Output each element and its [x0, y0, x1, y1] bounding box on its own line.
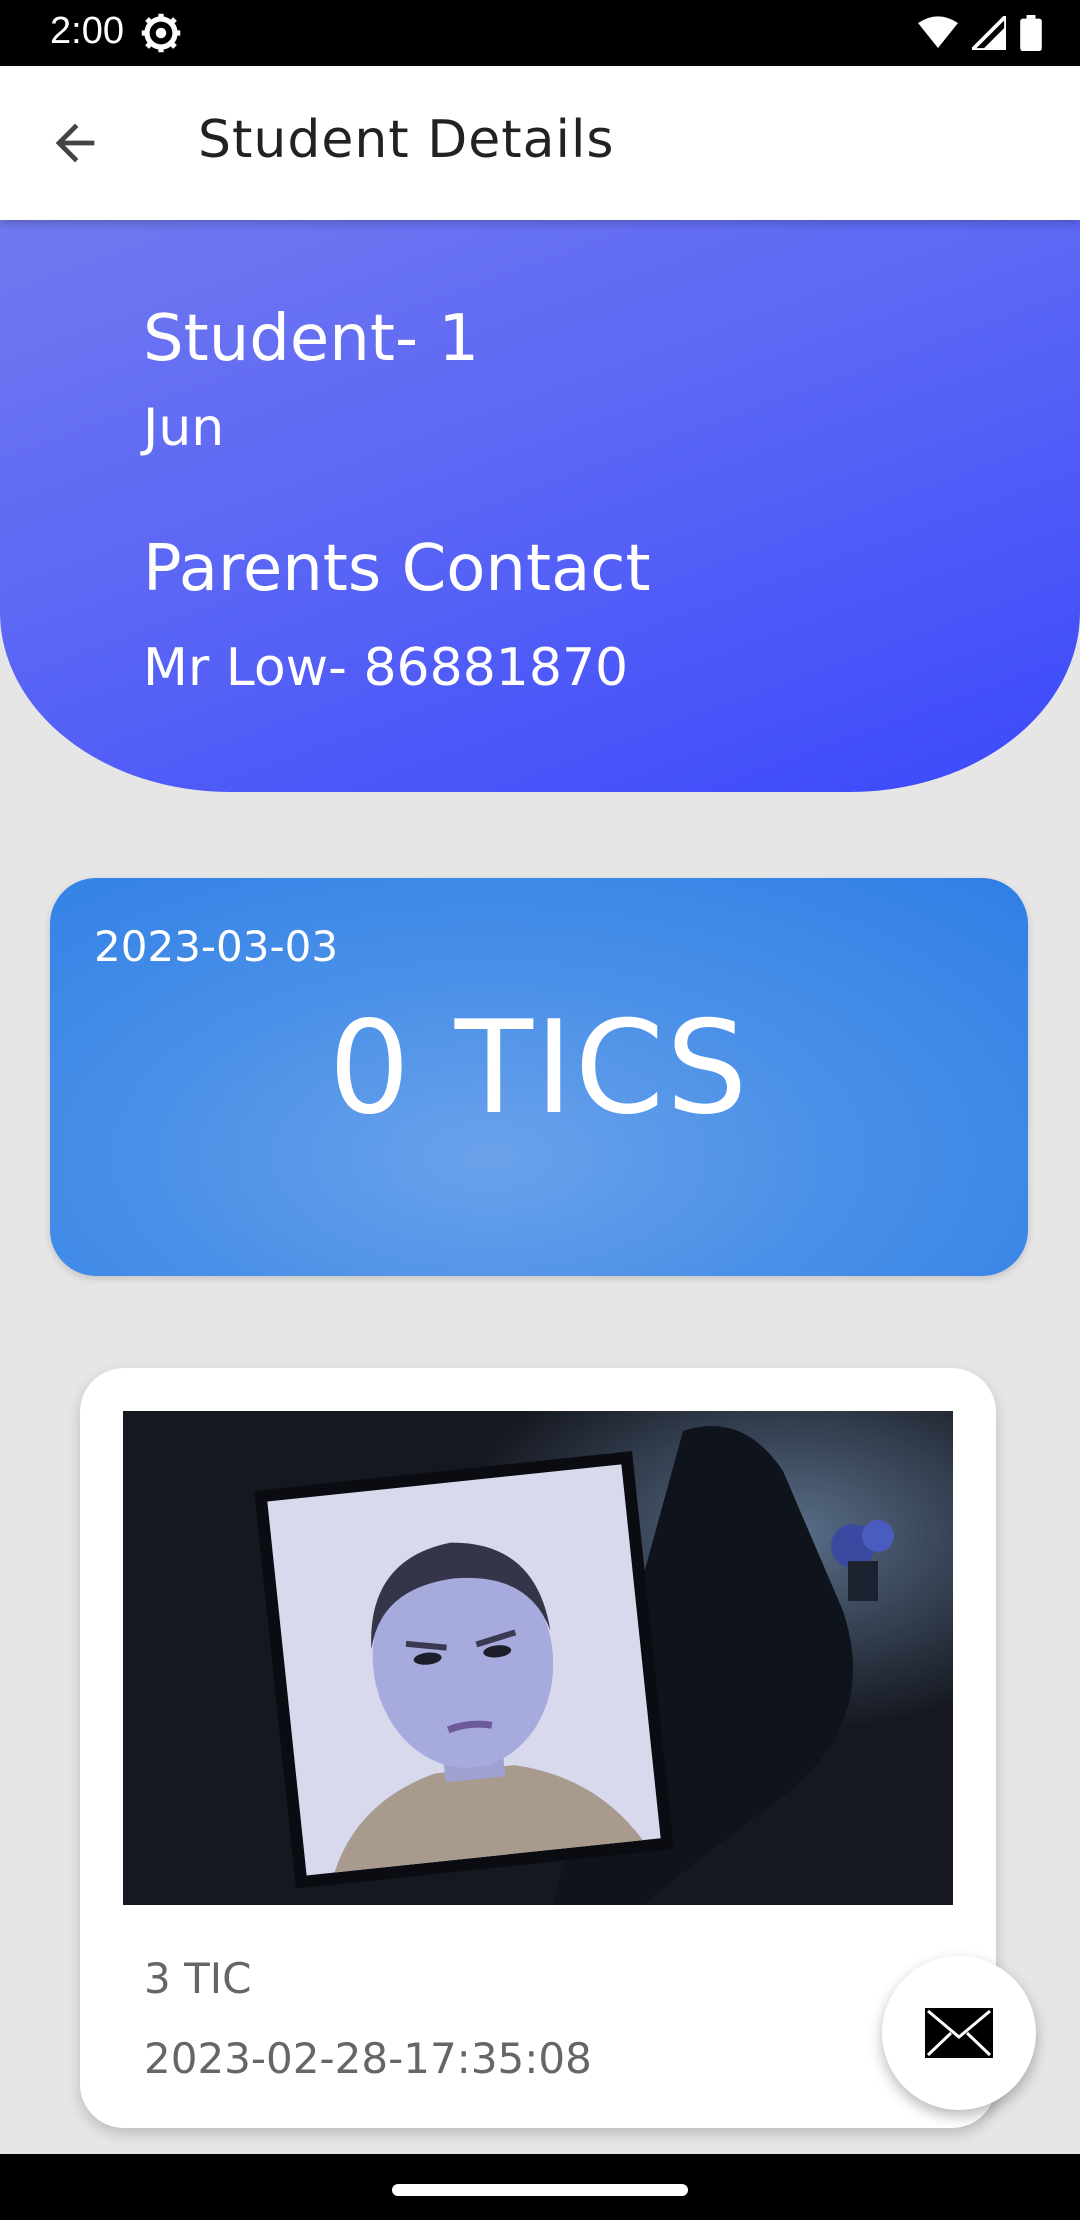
arrow-back-icon[interactable]	[46, 114, 104, 172]
page-title: Student Details	[198, 110, 615, 170]
signal-icon	[972, 16, 1006, 50]
mail-icon	[925, 2008, 993, 2058]
status-bar: 2:00	[0, 0, 1080, 66]
status-time: 2:00	[50, 10, 124, 52]
tics-count: 0 TICS	[328, 994, 750, 1143]
record-tic-label: 3 TIC	[144, 1954, 252, 2003]
tics-date: 2023-03-03	[94, 922, 339, 971]
parents-contact-value: Mr Low- 86881870	[143, 638, 629, 698]
record-timestamp: 2023-02-28-17:35:08	[144, 2034, 592, 2083]
navigation-bar	[0, 2154, 1080, 2220]
parents-contact-label: Parents Contact	[143, 532, 651, 606]
student-header-card: Student- 1 Jun Parents Contact Mr Low- 8…	[0, 220, 1080, 792]
student-sub-name: Jun	[143, 398, 225, 458]
tic-record-card[interactable]: 3 TIC 2023-02-28-17:35:08	[80, 1368, 996, 2128]
record-photo	[123, 1411, 953, 1905]
battery-icon	[1020, 15, 1042, 51]
send-mail-button[interactable]	[882, 1956, 1036, 2110]
app-bar: Student Details	[0, 66, 1080, 220]
wifi-icon	[918, 16, 958, 48]
home-gesture-handle[interactable]	[392, 2184, 688, 2196]
student-name: Student- 1	[143, 302, 480, 376]
settings-icon	[141, 13, 181, 53]
tics-summary-card[interactable]: 2023-03-03 0 TICS	[50, 878, 1028, 1276]
